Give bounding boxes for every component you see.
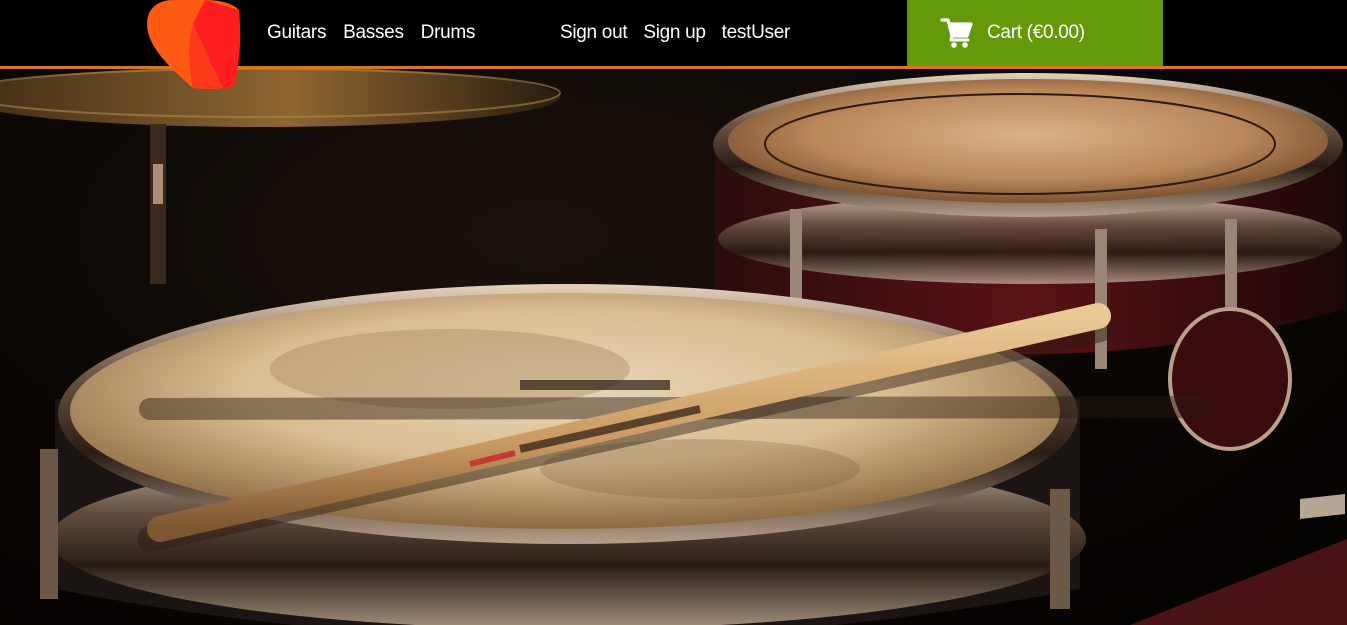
shopping-cart-icon: [940, 18, 973, 48]
nav-link-drums[interactable]: Drums: [421, 22, 476, 44]
cart-button[interactable]: Cart (€0.00): [907, 0, 1163, 66]
drum-kit-illustration: [0, 69, 1347, 625]
account-nav: Sign out Sign up testUser: [560, 0, 790, 66]
hero-drum-kit-photo: [0, 69, 1347, 625]
sign-out-link[interactable]: Sign out: [560, 22, 628, 44]
category-nav: Guitars Basses Drums: [267, 0, 475, 66]
nav-link-guitars[interactable]: Guitars: [267, 22, 326, 44]
cart-total-label: Cart (€0.00): [987, 22, 1085, 43]
store-page: Guitars Basses Drums Sign out Sign up te…: [0, 0, 1347, 625]
floor-tom: [1130, 494, 1347, 625]
nav-link-basses[interactable]: Basses: [343, 22, 404, 44]
guitar-pick-logo-icon[interactable]: [143, 0, 243, 92]
cymbal: [0, 69, 561, 284]
user-profile-link[interactable]: testUser: [722, 22, 791, 44]
sign-up-link[interactable]: Sign up: [643, 22, 706, 44]
